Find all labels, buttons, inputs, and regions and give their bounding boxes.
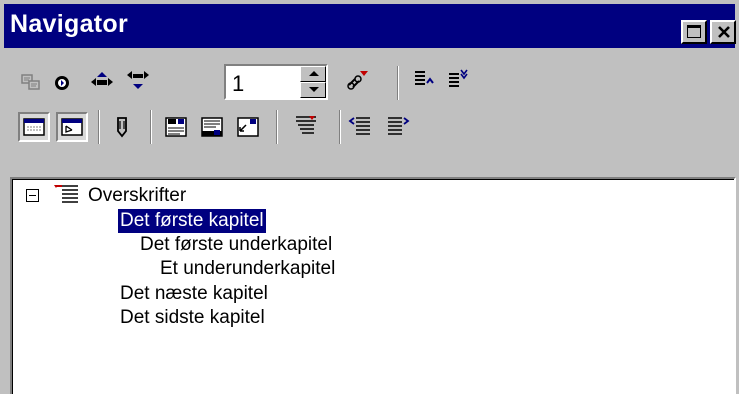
- heading-tree[interactable]: Overskrifter Det første kapitel Det førs…: [10, 177, 736, 394]
- demote-chapter-icon[interactable]: [384, 112, 412, 138]
- page-number-input[interactable]: 1: [232, 71, 244, 97]
- footer-icon[interactable]: [198, 114, 226, 140]
- collapse-icon[interactable]: [26, 189, 39, 202]
- list-box-icon[interactable]: [18, 112, 50, 142]
- navigation-icon[interactable]: [48, 70, 76, 96]
- next-icon[interactable]: [124, 68, 152, 94]
- promote-chapter-icon[interactable]: [346, 112, 374, 138]
- navigator-window: Navigator 1 Overskrifter Det første kapi…: [0, 0, 739, 394]
- headings-list-icon: [54, 185, 78, 203]
- tree-item[interactable]: Det sidste kapitel: [120, 306, 265, 330]
- title-bar[interactable]: Navigator: [4, 4, 736, 48]
- heading-levels-icon[interactable]: [292, 112, 320, 138]
- tree-item[interactable]: Det næste kapitel: [120, 282, 268, 306]
- close-button[interactable]: [710, 20, 736, 44]
- toolbar-separator: [339, 110, 341, 144]
- close-icon: [718, 26, 730, 38]
- maximize-icon: [687, 25, 701, 38]
- tree-item-selected[interactable]: Det første kapitel: [118, 209, 266, 233]
- demote-level-icon[interactable]: [444, 66, 472, 92]
- tree-item[interactable]: Et underunderkapitel: [160, 257, 335, 281]
- header-icon[interactable]: [162, 114, 190, 140]
- promote-level-icon[interactable]: [410, 66, 438, 92]
- toolbar-separator: [150, 110, 152, 144]
- window-title: Navigator: [10, 10, 129, 38]
- toolbar-separator: [98, 110, 100, 144]
- drag-mode-icon[interactable]: [344, 66, 372, 92]
- content-view-icon[interactable]: [56, 112, 88, 142]
- spin-down-button[interactable]: [300, 82, 326, 98]
- tree-root-label[interactable]: Overskrifter: [88, 184, 186, 208]
- anchor-endnote-icon[interactable]: [234, 114, 262, 140]
- spin-up-button[interactable]: [300, 66, 326, 82]
- maximize-button[interactable]: [681, 20, 707, 44]
- toolbar-separator: [276, 110, 278, 144]
- page-number-spinner[interactable]: 1: [224, 64, 328, 100]
- toggle-icon[interactable]: [18, 70, 46, 96]
- tree-item[interactable]: Det første underkapitel: [140, 233, 332, 257]
- previous-icon[interactable]: [88, 68, 116, 94]
- toolbar-separator: [397, 66, 399, 100]
- chevron-up-icon: [309, 71, 319, 76]
- reminder-icon[interactable]: [108, 114, 136, 140]
- chevron-down-icon: [309, 87, 319, 92]
